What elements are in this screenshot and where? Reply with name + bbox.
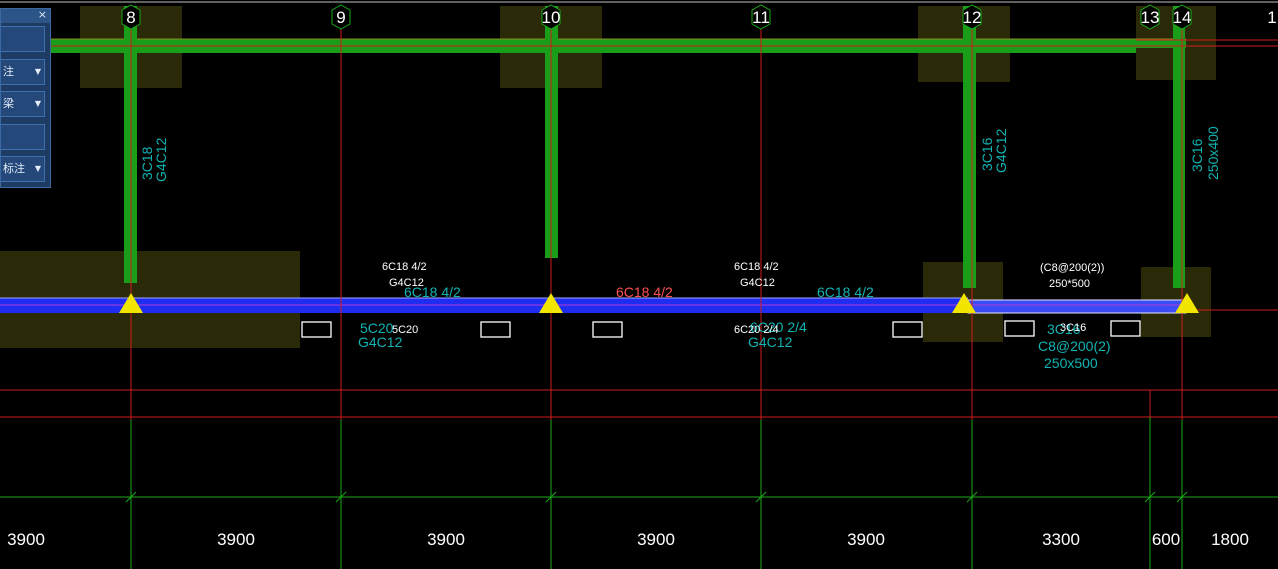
- column-label-line2: 250x400: [1205, 126, 1221, 180]
- panel-dropdown-label: 标注: [3, 162, 25, 175]
- beam-label: 6C18 4/2: [817, 284, 874, 300]
- main-beam[interactable]: [0, 297, 1190, 314]
- axis-label: 9: [336, 8, 345, 27]
- beam-label: 250*500: [1049, 278, 1090, 290]
- dimension-text: 3900: [427, 530, 465, 549]
- axis-label: 10: [542, 8, 561, 27]
- section-marker: [592, 321, 623, 338]
- beam-label: C8@200(2): [1038, 338, 1111, 354]
- drawing-canvas[interactable]: 8 9 10 11 12 13 14 1 3C18 G4C12 3C16 G4C…: [0, 0, 1278, 569]
- tool-panel: × 注 ▼ 梁 ▼ 标注 ▼: [0, 8, 51, 188]
- beam-label: 6C18 4/2: [616, 284, 673, 300]
- panel-button-1[interactable]: [1, 26, 45, 52]
- dimension-text: 3900: [217, 530, 255, 549]
- beam-label: G4C12: [740, 277, 775, 289]
- shaded-zones: [0, 6, 1216, 348]
- beam-label: G4C12: [748, 334, 793, 350]
- vertical-beam-14: [1173, 6, 1185, 288]
- section-marker: [301, 321, 332, 338]
- section-marker: [480, 321, 511, 338]
- chevron-down-icon: ▼: [34, 164, 41, 173]
- section-markers[interactable]: [301, 320, 1141, 338]
- axis-label: 8: [126, 8, 135, 27]
- beam-label: 250x500: [1044, 355, 1098, 371]
- column-label-line1: 3C16: [1189, 138, 1205, 172]
- axis-red-lines: [130, 28, 1183, 420]
- panel-dropdown-beam[interactable]: 梁 ▼: [1, 91, 45, 117]
- panel-dropdown-label: 梁: [3, 97, 14, 110]
- column-labels: 3C18 G4C12 3C16 G4C12 3C16 250x400: [139, 126, 1221, 182]
- axis-label: 14: [1173, 8, 1192, 27]
- panel-dropdown-label-annotation[interactable]: 标注 ▼: [1, 156, 45, 182]
- axis-bubbles[interactable]: [121, 4, 1192, 30]
- panel-dropdown-annotation[interactable]: 注 ▼: [1, 59, 45, 85]
- close-icon[interactable]: ×: [38, 8, 47, 21]
- column-label-line2: G4C12: [993, 128, 1009, 173]
- dimension-text: 1800: [1211, 530, 1249, 549]
- beam-label: 3C16: [1060, 322, 1086, 334]
- panel-button-2[interactable]: [1, 124, 45, 150]
- panel-titlebar[interactable]: ×: [1, 8, 50, 23]
- column-label-line2: G4C12: [153, 137, 169, 182]
- axis-labels: 8 9 10 11 12 13 14 1: [126, 8, 1276, 27]
- beam-label: (C8@200(2)): [1040, 262, 1104, 274]
- axis-label: 11: [752, 8, 770, 27]
- chevron-down-icon: ▼: [34, 67, 41, 76]
- dimension-text: 3300: [1042, 530, 1080, 549]
- beam-label: 5C20: [392, 324, 418, 336]
- beam-label: 6C18 4/2: [404, 284, 461, 300]
- panel-dropdown-label: 注: [3, 65, 14, 78]
- chevron-down-icon: ▼: [34, 99, 41, 108]
- dimension-texts: 3900 3900 3900 3900 3900 3900 3300 600 1…: [7, 530, 1249, 549]
- cad-viewport[interactable]: 8 9 10 11 12 13 14 1 3C18 G4C12 3C16 G4C…: [0, 0, 1278, 569]
- axis-label: 1: [1267, 8, 1276, 27]
- dimension-text: 600: [1152, 530, 1180, 549]
- beam-label: 6C18 4/2: [382, 261, 427, 273]
- beam-label: G4C12: [358, 334, 403, 350]
- dimension-text: 3900: [637, 530, 675, 549]
- section-marker: [1110, 320, 1141, 337]
- dimension-text: 3900: [847, 530, 885, 549]
- vertical-beam-12: [963, 6, 976, 288]
- section-marker: [1004, 320, 1035, 337]
- axis-label: 12: [963, 8, 982, 27]
- axis-label: 13: [1141, 8, 1160, 27]
- beam-label: 6C18 4/2: [734, 261, 779, 273]
- section-marker: [892, 321, 923, 338]
- dimension-text: 3900: [7, 530, 45, 549]
